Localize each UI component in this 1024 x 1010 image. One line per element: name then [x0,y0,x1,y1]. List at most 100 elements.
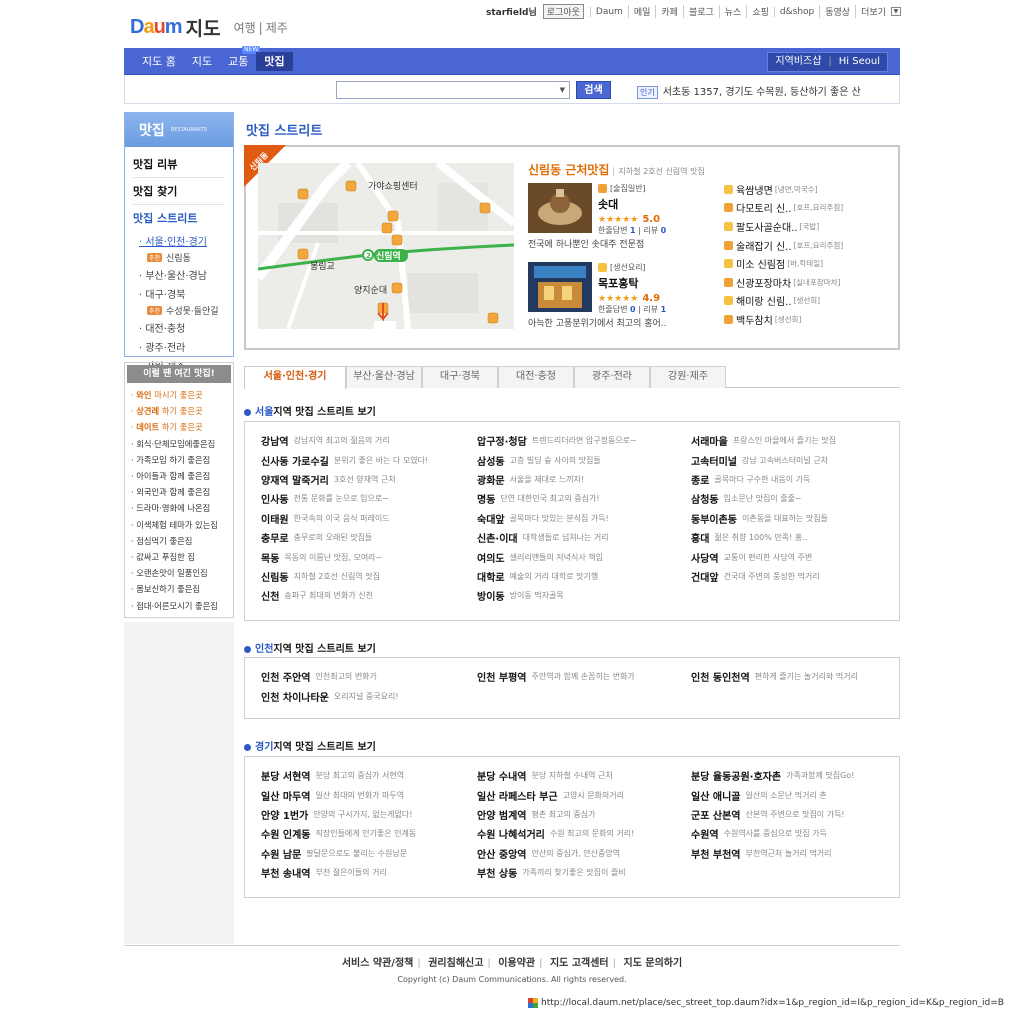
street-link[interactable]: 양재역 말죽거리 3호선 양재역 근처 [261,470,471,489]
sidebar-item-reviews[interactable]: 맛집 리뷰 [133,151,225,178]
footer-link-policy[interactable]: 서비스 약관/정책 [342,958,414,969]
sidebar-sub-suseong[interactable]: 추천 수성못·들안길 [133,303,225,318]
street-link[interactable]: 인천 주안역 인천최고의 번화가 [261,667,471,686]
street-link[interactable]: 강남역 강남지역 최고의 젊음의 거리 [261,431,471,450]
popular-search-text[interactable]: 서초동 1357, 경기도 수목원, 등산하기 좋은 산 [663,87,861,98]
dropdown-arrow-icon[interactable]: ▼ [560,86,565,94]
street-link[interactable]: 신촌·이대 대학생들로 넘쳐나는 거리 [477,528,687,547]
street-link[interactable]: 신림동 지하철 2호선 신림역 맛집 [261,567,471,586]
chevron-down-icon[interactable]: ▼ [890,7,901,16]
street-link[interactable]: 수원 인계동 직장인들에게 인기좋은 인계동 [261,824,471,843]
sidebar-item-street[interactable]: 맛집 스트리트 [133,205,225,231]
tab-daegu-gyeongbuk[interactable]: 대구·경북 [422,366,498,388]
daum-map-logo[interactable]: Daum 지도 여행 | 제주 [130,14,291,40]
nav-more[interactable]: 더보기 [855,5,891,18]
street-link[interactable]: 숙대앞 골목마다 맛있는 분식집 가득! [477,509,687,528]
street-link[interactable]: 서래마을 프랑스인 마을에서 즐기는 맛집 [691,431,901,450]
sidebar-region-daegu[interactable]: · 대구·경북 [133,284,225,303]
street-link[interactable]: 분당 수내역 분당 지하철 수내역 근처 [477,766,687,785]
street-link[interactable]: 일산 라페스타 부근 고양시 문화의거리 [477,785,687,804]
street-link[interactable]: 안양 범계역 평촌 최고의 중심가 [477,805,687,824]
restaurant-name[interactable]: 솟대 [598,196,666,212]
search-input[interactable]: ▼ [336,81,570,99]
street-link[interactable]: 인천 동인천역 편하게 즐기는 놀거리와 먹거리 [691,667,901,686]
footer-link-inquiry[interactable]: 지도 문의하기 [624,958,683,969]
sidebar-region-daejeon[interactable]: · 대전·충청 [133,318,225,337]
nearby-restaurant-item[interactable]: 신광포장마차 [실내포장마차] [724,273,843,292]
local-bizshop-link[interactable]: 지역비즈샵 [768,53,828,71]
nav-dshop[interactable]: d&shop [773,6,819,17]
street-link[interactable]: 신천 송파구 최대의 번화가 신천 [261,586,471,605]
street-link[interactable]: 여의도 샐러리맨들의 저녁식사 책임 [477,547,687,566]
hi-seoul-link[interactable]: Hi Seoul [832,53,887,71]
sidebar-region-busan[interactable]: · 부산·울산·경남 [133,265,225,284]
footer-link-report[interactable]: 권리침해신고 [428,958,483,969]
street-link[interactable]: 수원 남문 팔달문으로도 불리는 수원남문 [261,844,471,863]
theme-item[interactable]: · 데이트 하기 좋은곳 [131,419,227,435]
street-link[interactable]: 인천 차이나타운 오리지널 중국요리! [261,686,471,705]
street-link[interactable]: 명동 단연 대한민국 최고의 중심가! [477,489,687,508]
nav-daum[interactable]: Daum [589,6,628,17]
street-link[interactable]: 일산 애니골 일산의 소문난 먹거리 촌 [691,785,901,804]
tab-map-home[interactable]: 지도 홈 [134,52,184,71]
street-link[interactable]: 부천 부천역 부천역근처 놀거리 먹거리 [691,844,901,863]
theme-item[interactable]: · 와인 마시기 좋은곳 [131,387,227,403]
tab-seoul-incheon-gyeonggi[interactable]: 서울·인천·경기 [244,366,346,389]
nav-cafe[interactable]: 카페 [655,5,683,18]
theme-item[interactable]: · 값싸고 푸짐한 집 [131,549,227,565]
footer-link-terms[interactable]: 이용약관 [498,958,535,969]
tab-gangwon-jeju[interactable]: 강원·제주 [650,366,726,388]
nav-video[interactable]: 동영상 [819,5,855,18]
tab-map[interactable]: 지도 [184,52,220,71]
street-link[interactable]: 홍대 젊은 취향 100% 만족! 홍.. [691,528,901,547]
street-link[interactable]: 종로 골목마다 구수한 내음이 가득 [691,470,901,489]
street-link[interactable]: 신사동 가로수길 분위기 좋은 바는 다 모였다! [261,450,471,469]
street-link[interactable]: 안양 1번가 안양의 구시가지, 없는게없다! [261,805,471,824]
street-link[interactable]: 방이동 방이동 먹자골목 [477,586,687,605]
street-link[interactable]: 사당역 교통이 편리한 사당역 주변 [691,547,901,566]
nearby-restaurant-item[interactable]: 팔도사골순대.. [국밥] [724,217,843,236]
street-link[interactable]: 군포 산본역 산본역 주변으로 맛집이 가득! [691,805,901,824]
nav-blog[interactable]: 블로그 [682,5,719,18]
nav-news[interactable]: 뉴스 [718,5,747,18]
tab-busan-ulsan-gyeongnam[interactable]: 부산·울산·경남 [346,366,422,388]
theme-item[interactable]: · 점심먹기 좋은집 [131,533,227,549]
street-link[interactable]: 동부이촌동 이촌동을 대표하는 맛집들 [691,509,901,528]
street-link[interactable]: 삼청동 입소문난 맛집이 줄줄~ [691,489,901,508]
street-link[interactable]: 부천 송내역 부천 젊은이들의 거리 [261,863,471,882]
street-link[interactable]: 대학로 예술의 거리 대학로 맛기행 [477,567,687,586]
daum-logo[interactable]: Daum [130,16,183,39]
restaurant-photo-mokpo[interactable] [528,262,592,312]
restaurant-photo-sotdae[interactable] [528,183,592,233]
tab-gwangju-jeolla[interactable]: 광주·전라 [574,366,650,388]
nearby-restaurant-item[interactable]: 육쌈냉면 [냉면,막국수] [724,180,843,199]
street-link[interactable]: 삼성동 고층 빌딩 숲 사이의 맛집들 [477,450,687,469]
theme-item[interactable]: · 회식·단체모임에좋은집 [131,436,227,452]
street-map[interactable]: 신림역 2 가야쇼핑센터 봉림교 양지순대 [258,163,514,329]
nearby-restaurant-item[interactable]: 술래잡기 신.. [호프,요리주점] [724,236,843,255]
street-link[interactable]: 이태원 한국속의 이국 음식 퍼레이드 [261,509,471,528]
footer-link-support[interactable]: 지도 고객센터 [550,958,609,969]
nearby-restaurant-item[interactable]: 미소 신림점 [바,칵테일] [724,254,843,273]
travel-link[interactable]: 여행 [234,21,256,35]
street-link[interactable]: 인사동 전통 문화를 눈으로 입으로~ [261,489,471,508]
street-link[interactable]: 건대앞 건국대 주변의 풍성한 먹거리 [691,567,901,586]
theme-item[interactable]: · 접대·어른모시기 좋은집 [131,598,227,614]
nearby-restaurant-item[interactable]: 다모토리 신.. [호프,요리주점] [724,199,843,218]
search-button[interactable]: 검색 [576,81,611,99]
theme-item[interactable]: · 드라마·영화에 나온집 [131,500,227,516]
street-link[interactable]: 광화문 서울을 제대로 느끼자! [477,470,687,489]
jeju-link[interactable]: 제주 [266,21,288,35]
nearby-restaurant-item[interactable]: 백두참치 [생선회] [724,310,843,329]
nav-shopping[interactable]: 쇼핑 [746,5,774,18]
theme-item[interactable]: · 상견례 하기 좋은곳 [131,403,227,419]
theme-item[interactable]: · 가족모임 하기 좋은집 [131,452,227,468]
street-link[interactable]: 인천 부평역 주안역과 함께 손꼽히는 번화가 [477,667,687,686]
sidebar-region-gwangju[interactable]: · 광주·전라 [133,337,225,356]
street-link[interactable]: 충무로 충무로의 오래된 맛집들 [261,528,471,547]
street-link[interactable]: 압구정·청담 트렌드리더라면 압구정동으로~ [477,431,687,450]
tab-traffic[interactable]: 교통 NEW [220,46,261,71]
street-link[interactable]: 분당 율동공원·호자촌 가족과함께 맛집Go! [691,766,901,785]
street-link[interactable]: 일산 마두역 일산 최대의 번화가 마두역 [261,785,471,804]
street-link[interactable]: 고속터미널 강남 고속버스터미널 근처 [691,450,901,469]
